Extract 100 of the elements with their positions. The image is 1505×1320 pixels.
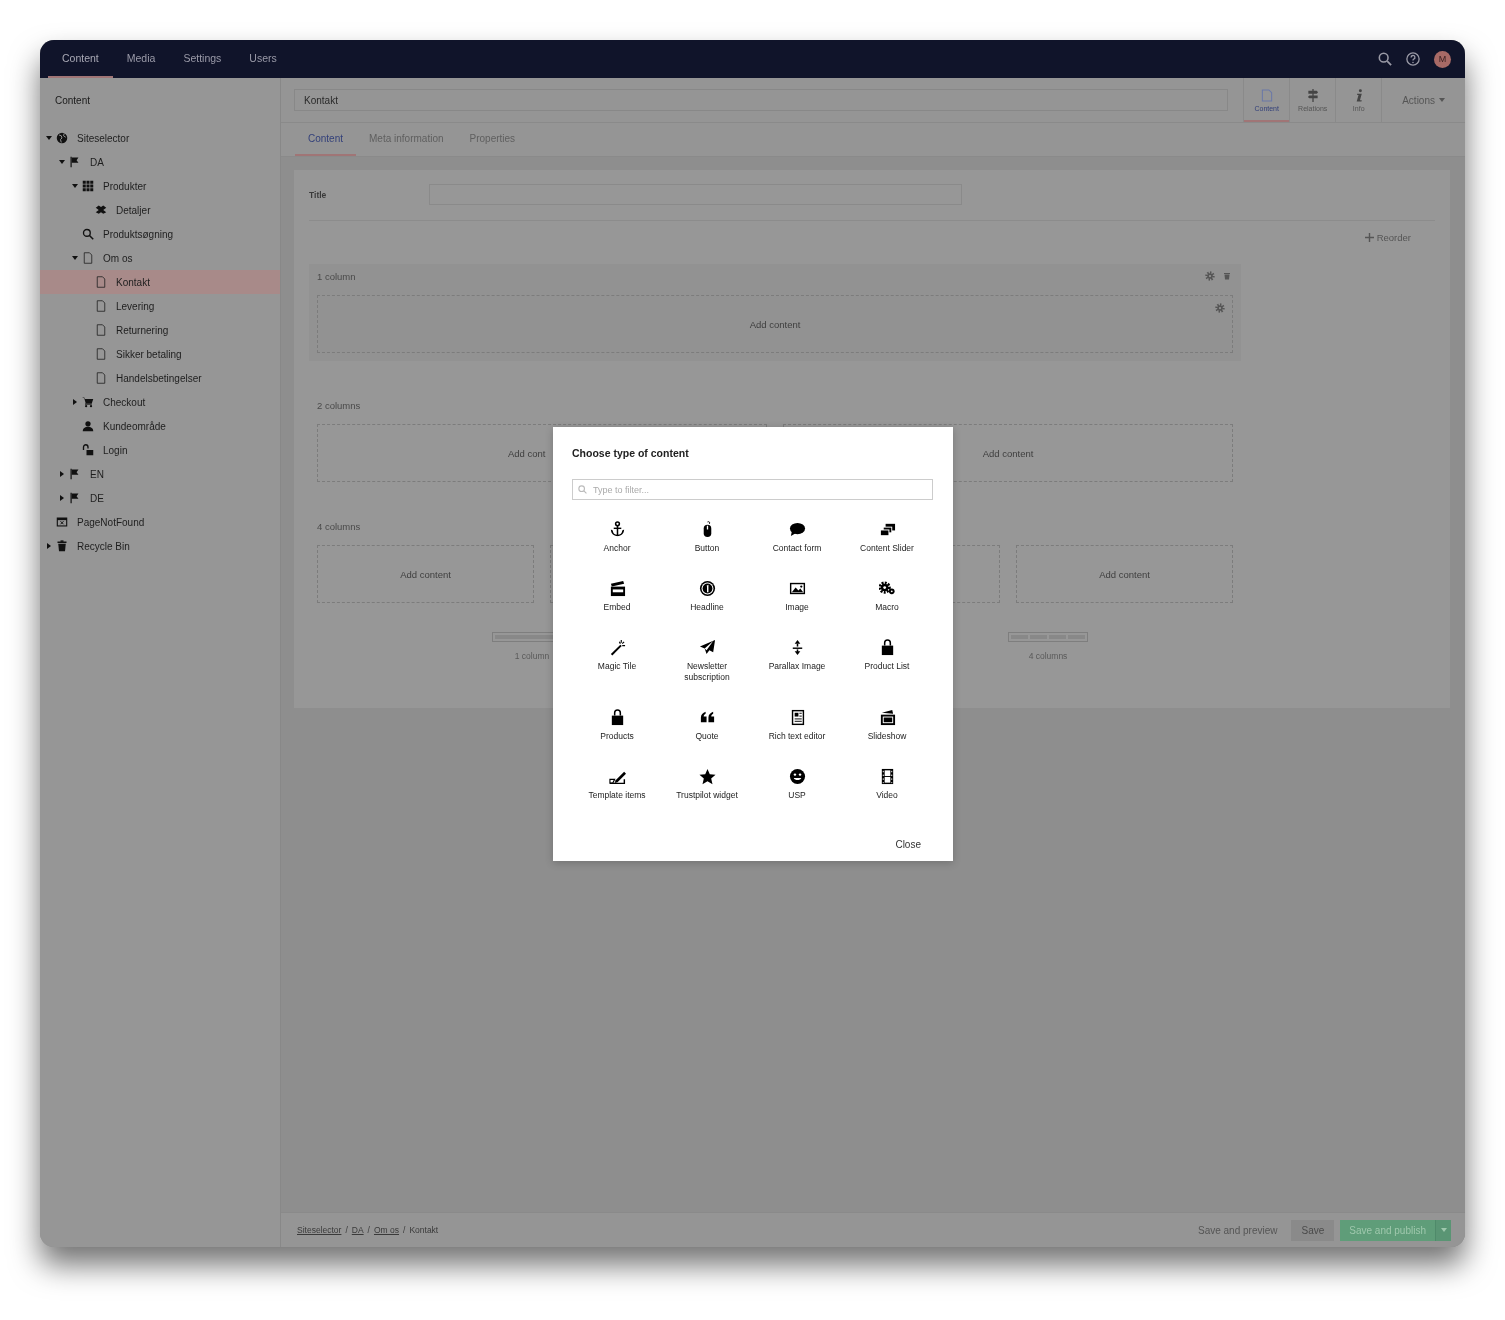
- caret-down-icon[interactable]: [46, 135, 52, 141]
- tree-item-label[interactable]: PageNotFound: [77, 516, 145, 528]
- caret-down-icon: [1440, 1228, 1447, 1232]
- cart-icon: [82, 396, 94, 408]
- tree-item-label[interactable]: Detaljer: [116, 204, 151, 216]
- caret-down-icon[interactable]: [72, 183, 78, 189]
- grid-icon: [82, 180, 94, 192]
- caret-down-icon[interactable]: [59, 159, 65, 165]
- content-type-option[interactable]: Newsletter subscription: [662, 639, 752, 701]
- anchor-icon: [608, 521, 626, 538]
- caret-right-icon[interactable]: [72, 399, 78, 405]
- tree-item-label[interactable]: Recycle Bin: [77, 540, 130, 552]
- search-icon: [578, 485, 587, 494]
- content-tab[interactable]: Content: [295, 123, 357, 156]
- caret-right-icon[interactable]: [59, 471, 65, 477]
- content-type-option[interactable]: Quote: [662, 709, 752, 760]
- star-icon: [698, 768, 716, 785]
- help-icon[interactable]: [1406, 52, 1420, 66]
- content-type-option[interactable]: Headline: [662, 580, 752, 631]
- drop-zone[interactable]: Add content: [1016, 545, 1233, 603]
- content-type-option[interactable]: Products: [572, 709, 662, 760]
- content-type-option[interactable]: Product List: [842, 639, 932, 701]
- tree-item-label[interactable]: Om os: [103, 252, 133, 264]
- content-type-option[interactable]: Template items: [572, 768, 662, 819]
- filter-field[interactable]: Type to filter...: [572, 479, 933, 500]
- content-type-option[interactable]: Rich text editor: [752, 709, 842, 760]
- magic-wand-icon: [608, 639, 626, 656]
- name-field[interactable]: Kontakt: [294, 89, 1228, 111]
- tree-item-label[interactable]: Kundeområde: [103, 420, 166, 432]
- nav-tab[interactable]: Users: [235, 40, 291, 78]
- plus-icon: [1364, 232, 1374, 242]
- breadcrumb-separator: /: [345, 1225, 348, 1235]
- tree-item-label[interactable]: Login: [103, 444, 128, 456]
- smiley-icon: [788, 768, 806, 785]
- caret-right-icon[interactable]: [46, 543, 52, 549]
- selected-tree-row[interactable]: Kontakt: [40, 270, 280, 294]
- row-label: 2 columns: [317, 399, 361, 411]
- tree-item-label[interactable]: Checkout: [103, 396, 146, 408]
- caret-down-icon[interactable]: [72, 255, 78, 261]
- speech-bubble-icon: [788, 521, 806, 538]
- drop-zone[interactable]: Add content: [317, 295, 1233, 353]
- content-type-option[interactable]: Parallax Image: [752, 639, 842, 701]
- page-icon: [95, 348, 107, 360]
- page-icon: [82, 252, 94, 264]
- tree-item-label[interactable]: Produkter: [103, 180, 147, 192]
- user-avatar[interactable]: M: [1434, 50, 1451, 68]
- content-type-option[interactable]: Magic Tile: [572, 639, 662, 701]
- tree-item-label[interactable]: EN: [90, 468, 104, 480]
- flag-icon: [69, 468, 81, 480]
- image-icon: [788, 580, 806, 597]
- field-label: Title: [309, 189, 328, 200]
- clapperboard-icon: [608, 580, 626, 597]
- content-type-option[interactable]: Content Slider: [842, 521, 932, 572]
- trash-icon: [56, 540, 68, 552]
- row-label: 4 columns: [317, 520, 361, 532]
- content-type-option[interactable]: Embed: [572, 580, 662, 631]
- tree-item-label[interactable]: DE: [90, 492, 104, 504]
- content-type-option[interactable]: Macro: [842, 580, 932, 631]
- tree-item-label[interactable]: Produktsøgning: [103, 228, 174, 240]
- numbered-circle-icon: [698, 580, 716, 597]
- drop-zone[interactable]: Add content: [317, 545, 534, 603]
- content-type-option[interactable]: Image: [752, 580, 842, 631]
- window-icon: [56, 516, 68, 528]
- unlocked-padlock-icon: [82, 444, 94, 456]
- search-icon[interactable]: [1378, 52, 1392, 66]
- tree-item-label[interactable]: Kontakt: [116, 276, 150, 288]
- page-icon: [95, 372, 107, 384]
- flag-icon: [69, 492, 81, 504]
- close-button[interactable]: Close: [893, 837, 923, 852]
- page-icon: [95, 324, 107, 336]
- tree-item-label[interactable]: Levering: [116, 300, 155, 312]
- tree-item-label[interactable]: Returnering: [116, 324, 169, 336]
- tree-item-label[interactable]: DA: [90, 156, 104, 168]
- page-icon: [95, 276, 107, 288]
- content-type-option[interactable]: Video: [842, 768, 932, 819]
- content-type-option[interactable]: Contact form: [752, 521, 842, 572]
- row-label: 1 column: [317, 270, 356, 282]
- breadcrumb-link[interactable]: Siteselector: [297, 1225, 342, 1235]
- content-type-option[interactable]: USP: [752, 768, 842, 819]
- nav-tab[interactable]: Settings: [169, 40, 236, 78]
- search-icon: [82, 228, 94, 240]
- content-type-option[interactable]: Slideshow: [842, 709, 932, 760]
- user-icon: [82, 420, 94, 432]
- stacked-windows-icon: [878, 521, 896, 538]
- breadcrumb-separator: /: [367, 1225, 370, 1235]
- tree-item-label[interactable]: Handelsbetingelser: [116, 372, 202, 384]
- breadcrumb-separator: /: [403, 1225, 406, 1235]
- breadcrumb-link[interactable]: DA: [351, 1225, 364, 1235]
- page-icon: [95, 300, 107, 312]
- caret-right-icon[interactable]: [59, 495, 65, 501]
- content-type-option[interactable]: Button: [662, 521, 752, 572]
- globe-icon: [56, 132, 68, 144]
- gears-icon: [878, 580, 896, 597]
- tree-item-label[interactable]: Siteselector: [77, 132, 130, 144]
- content-type-option[interactable]: Trustpilot widget: [662, 768, 752, 819]
- content-type-option[interactable]: Anchor: [572, 521, 662, 572]
- breadcrumb-link[interactable]: Om os: [374, 1225, 399, 1235]
- nav-tab[interactable]: Media: [112, 40, 170, 78]
- section-title: Content: [54, 94, 92, 108]
- tree-item-label[interactable]: Sikker betaling: [116, 348, 182, 360]
